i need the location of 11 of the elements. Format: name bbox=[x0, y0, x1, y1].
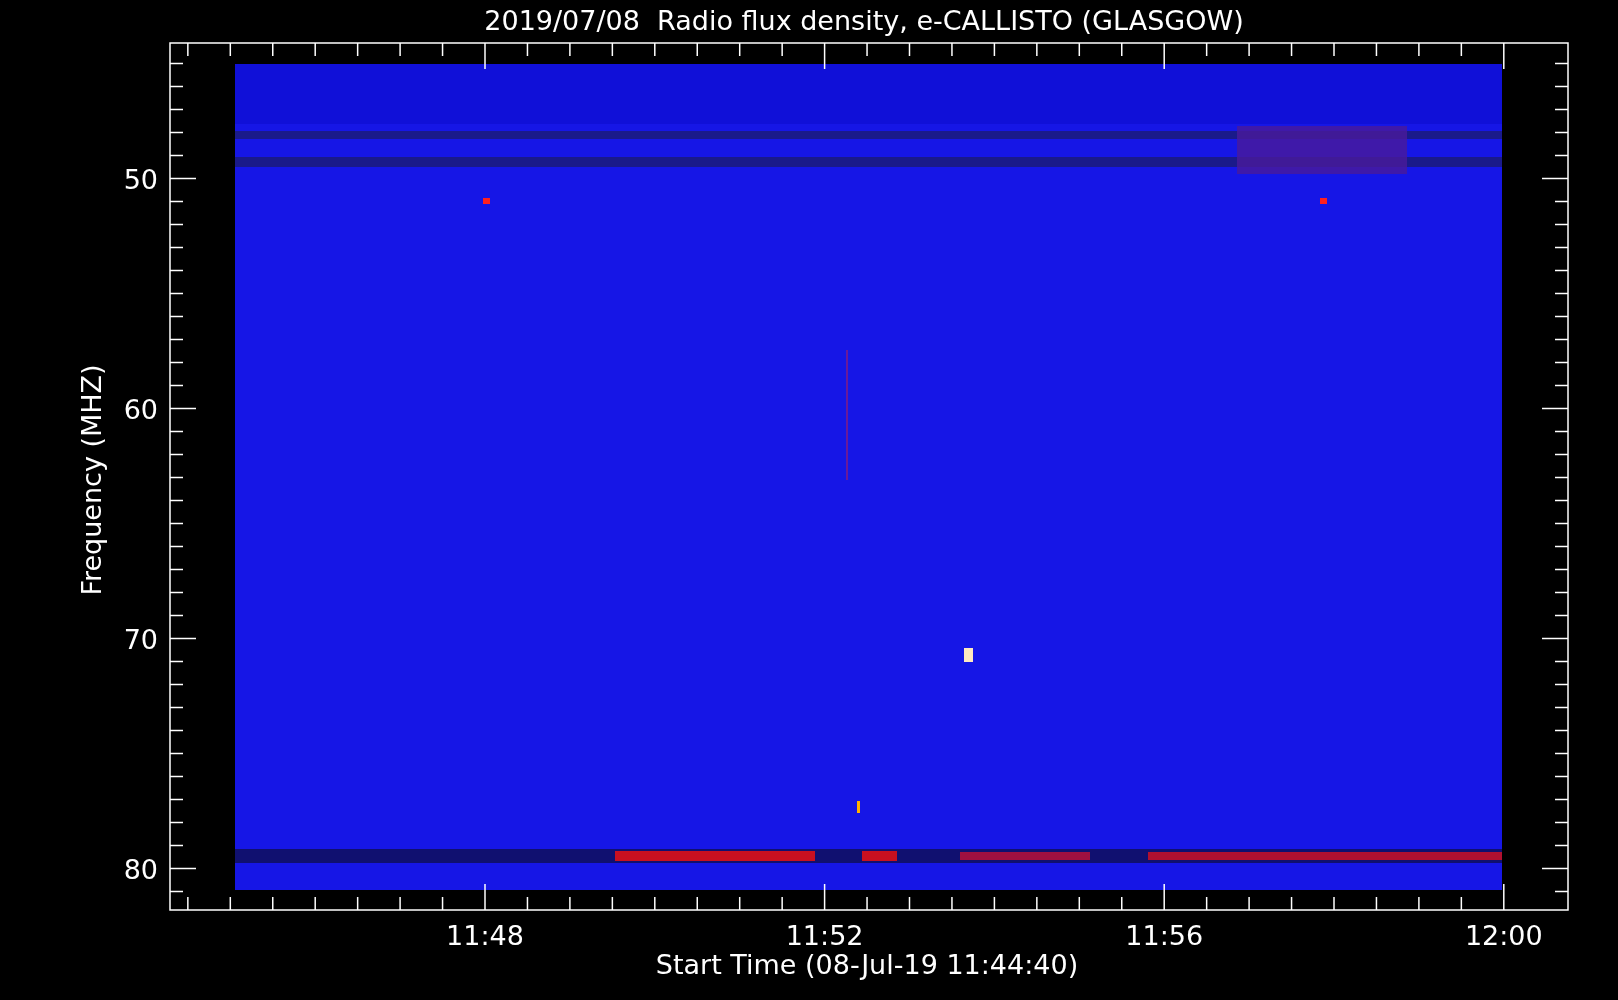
y-tick-label: 60 bbox=[123, 393, 158, 425]
x-axis-label: Start Time (08-Jul-19 11:44:40) bbox=[655, 949, 1079, 980]
x-tick-label: 11:52 bbox=[785, 920, 864, 951]
y-tick-label: 50 bbox=[123, 163, 158, 195]
y-axis-label: Frequency (MHZ) bbox=[76, 364, 107, 596]
x-tick-label: 12:00 bbox=[1464, 920, 1543, 951]
x-tick-label: 11:48 bbox=[446, 920, 524, 951]
x-tick-label: 11:56 bbox=[1125, 920, 1204, 951]
y-tick-label: 70 bbox=[123, 623, 158, 655]
y-tick-label: 80 bbox=[123, 853, 158, 885]
chart-title: 2019/07/08 Radio flux density, e-CALLISTO (GLASGOW) bbox=[484, 5, 1244, 36]
